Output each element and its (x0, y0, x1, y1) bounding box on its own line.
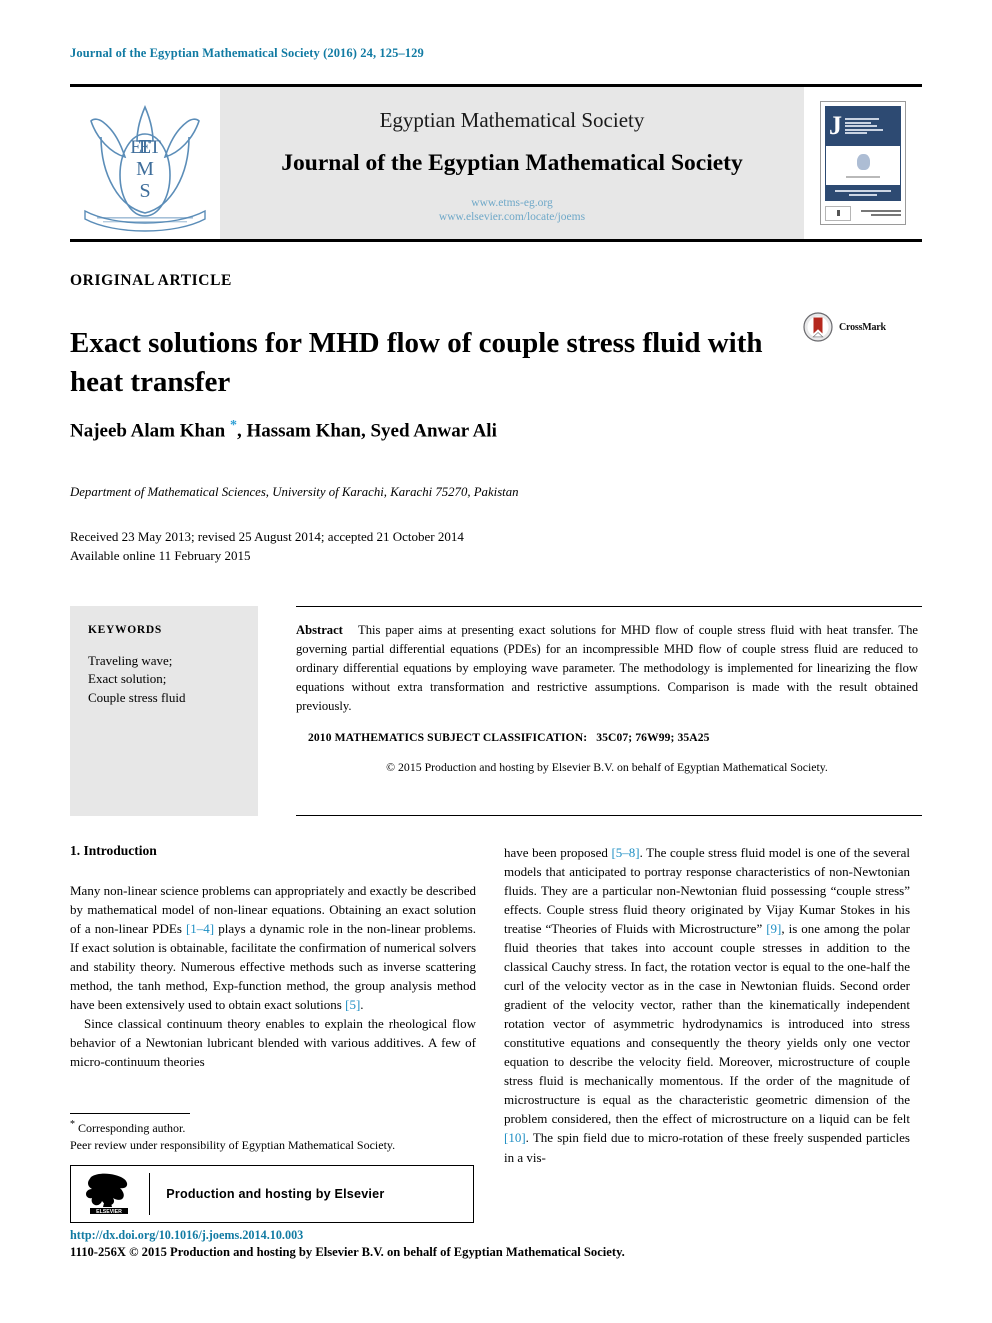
footnote-peer-review: Peer review under responsibility of Egyp… (70, 1138, 396, 1153)
author-rest: , Hassam Khan, Syed Anwar Ali (236, 420, 497, 442)
cover-publisher-row (825, 201, 901, 222)
doi-link[interactable]: http://dx.doi.org/10.1016/j.joems.2014.1… (70, 1228, 303, 1243)
crossmark-label: CrossMark (839, 321, 886, 333)
msc-classification: 2010 MATHEMATICS SUBJECT CLASSIFICATION:… (296, 731, 918, 744)
keyword-item: Traveling wave; (88, 653, 173, 668)
keywords-list: Traveling wave; Exact solution; Couple s… (88, 652, 242, 707)
masthead-center-panel: Egyptian Mathematical Society Journal of… (220, 87, 804, 239)
history-received: Received 23 May 2013; revised 25 August … (70, 529, 464, 544)
page-title: Exact solutions for MHD flow of couple s… (70, 327, 763, 398)
abstract-copyright: © 2015 Production and hosting by Elsevie… (386, 760, 828, 775)
paragraph-text: . The spin field due to micro-rotation o… (504, 1130, 910, 1165)
svg-text:T: T (149, 137, 161, 158)
cover-middle-panel (825, 146, 901, 185)
cover-footer-band (825, 185, 901, 201)
body-column-right: have been proposed [5–8]. The couple str… (504, 843, 910, 1167)
citation-ref[interactable]: [1–4] (186, 921, 214, 936)
svg-text:S: S (139, 180, 150, 202)
citation-ref[interactable]: [5–8] (611, 845, 639, 860)
crossmark-badge[interactable]: CrossMark (803, 312, 886, 342)
footnote-rule (70, 1113, 190, 1114)
etms-logo-svg: E T M S ET (84, 104, 206, 232)
cover-initial-letter: J (829, 111, 842, 140)
history-online: Available online 11 February 2015 (70, 547, 251, 563)
paragraph: Since classical continuum theory enables… (70, 1016, 476, 1070)
msc-codes: 35C07; 76W99; 35A25 (596, 731, 710, 745)
elsevier-banner-text: Production and hosting by Elsevier (166, 1186, 385, 1201)
svg-text:E: E (130, 137, 142, 158)
article-type-label: ORIGINAL ARTICLE (70, 272, 232, 289)
citation-ref[interactable]: [5] (345, 997, 360, 1012)
cover-title-lines (845, 118, 883, 134)
citation-ref[interactable]: [9] (766, 921, 781, 936)
elsevier-hosting-banner: ELSEVIER Production and hosting by Elsev… (70, 1164, 474, 1223)
paragraph-text: . (360, 997, 364, 1013)
journal-cover-thumbnail: J (804, 87, 922, 239)
msc-label: 2010 MATHEMATICS SUBJECT CLASSIFICATION: (308, 731, 588, 745)
corresponding-author-marker: * (229, 418, 237, 433)
keywords-box: KEYWORDS Traveling wave; Exact solution;… (70, 606, 258, 816)
crossmark-icon (803, 312, 833, 342)
abstract-paragraph: This paper aims at presenting exact solu… (296, 623, 918, 713)
abstract-label: Abstract (296, 623, 343, 637)
journal-masthead: E T M S ET Egyptian Mathematical Society… (70, 84, 922, 242)
etms-society-logo: E T M S ET (70, 87, 220, 239)
paragraph-text: , is one among the polar fluid theories … (504, 921, 910, 1127)
footnote-corresponding: * Corresponding author. (70, 1118, 476, 1137)
author-first: Najeeb Alam Khan (70, 420, 230, 442)
paragraph: Many non-linear science problems can app… (70, 881, 476, 1014)
abstract-section: KEYWORDS Traveling wave; Exact solution;… (70, 606, 922, 816)
author-list: Najeeb Alam Khan *, Hassam Khan, Syed An… (70, 418, 497, 442)
cover-header-band: J (825, 106, 901, 146)
keyword-item: Couple stress fluid (88, 689, 186, 705)
elsevier-tree-icon: ELSEVIER (86, 1173, 128, 1215)
body-column-left: 1. Introduction Many non-linear science … (70, 843, 476, 1071)
footnote-marker: * (70, 1119, 75, 1130)
cover-caption-line (846, 175, 880, 178)
paragraph: have been proposed [5–8]. The couple str… (504, 843, 910, 1167)
society-name: Egyptian Mathematical Society (379, 107, 645, 132)
affiliation: Department of Mathematical Sciences, Uni… (70, 485, 519, 499)
keyword-item: Exact solution; (88, 671, 167, 687)
cover-image: J (820, 101, 906, 225)
issn-copyright-line: 1110-256X © 2015 Production and hosting … (70, 1245, 625, 1259)
publication-history: Received 23 May 2013; revised 25 August … (70, 528, 464, 566)
elsevier-wordmark: ELSEVIER (96, 1209, 122, 1215)
paragraph-text: have been proposed (504, 845, 612, 860)
footnote-block: * Corresponding author. Peer review unde… (70, 1113, 476, 1223)
journal-name: Journal of the Egyptian Mathematical Soc… (281, 149, 743, 176)
keywords-heading: KEYWORDS (88, 624, 162, 636)
citation-ref[interactable]: [10] (504, 1130, 526, 1145)
cover-seal-icon (856, 153, 870, 170)
abstract-text: Abstract This paper aims at presenting e… (296, 621, 918, 715)
cover-publisher-box (825, 205, 851, 221)
footnote-corresponding-text: Corresponding author. (78, 1121, 186, 1135)
article-page: Journal of the Egyptian Mathematical Soc… (0, 0, 992, 1323)
section-heading-introduction: 1. Introduction (70, 843, 157, 858)
running-head: Journal of the Egyptian Mathematical Soc… (70, 46, 424, 60)
elsevier-url[interactable]: www.elsevier.com/locate/joems (439, 211, 585, 225)
abstract-body: Abstract This paper aims at presenting e… (296, 606, 922, 816)
society-url[interactable]: www.etms-eg.org (439, 197, 585, 211)
masthead-urls: www.etms-eg.org www.elsevier.com/locate/… (439, 197, 585, 224)
cover-elsevier-mark (861, 210, 901, 216)
svg-text:M: M (136, 158, 154, 180)
banner-divider (149, 1172, 151, 1215)
